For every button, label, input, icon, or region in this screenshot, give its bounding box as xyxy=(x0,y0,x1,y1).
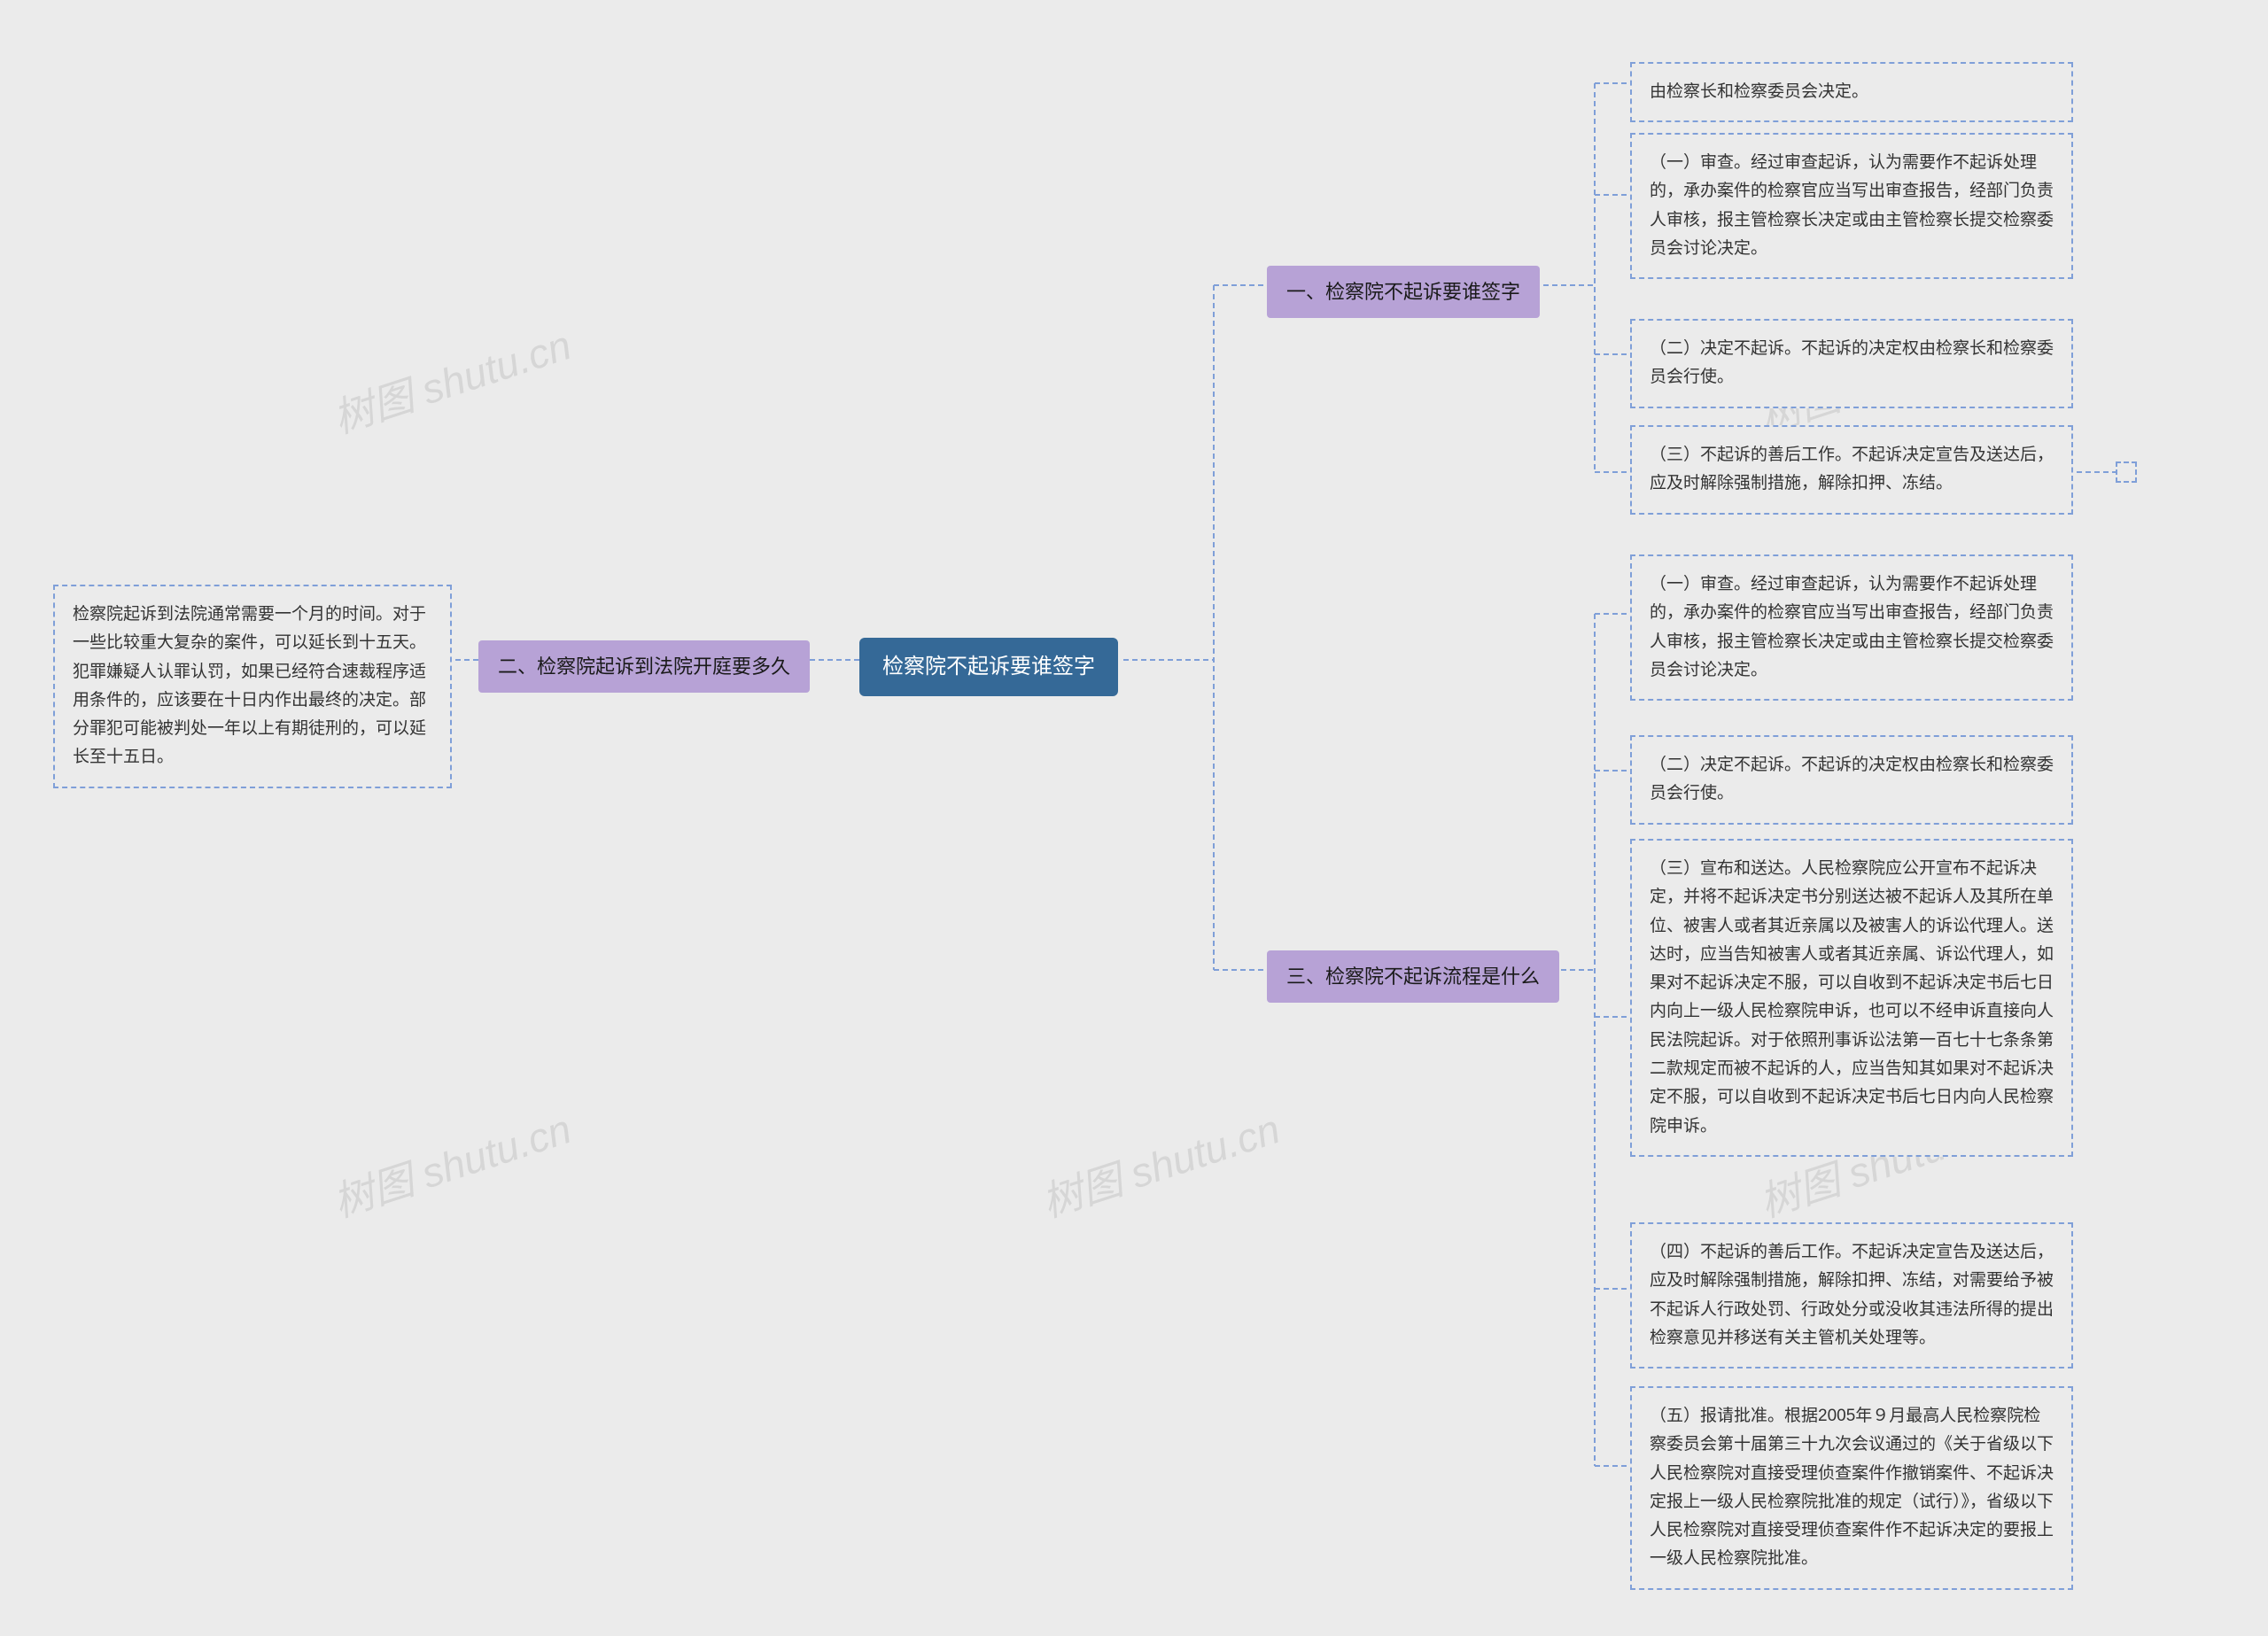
watermark: 树图 shutu.cn xyxy=(1034,1097,1286,1229)
leaf-b2-1-text: 检察院起诉到法院通常需要一个月的时间。对于一些比较重大复杂的案件，可以延长到十五… xyxy=(73,605,426,766)
leaf-b1-1[interactable]: 由检察长和检察委员会决定。 xyxy=(1630,62,2073,122)
leaf-b3-5[interactable]: （五）报请批准。根据2005年９月最高人民检察院检察委员会第十届第三十九次会议通… xyxy=(1630,1386,2073,1590)
leaf-b3-1-text: （一）审查。经过审查起诉，认为需要作不起诉处理的，承办案件的检察官应当写出审查报… xyxy=(1650,575,2054,679)
leaf-b3-3[interactable]: （三）宣布和送达。人民检察院应公开宣布不起诉决定，并将不起诉决定书分别送达被不起… xyxy=(1630,839,2073,1157)
leaf-b1-3-text: （二）决定不起诉。不起诉的决定权由检察长和检察委员会行使。 xyxy=(1650,339,2054,386)
leaf-b3-3-text: （三）宣布和送达。人民检察院应公开宣布不起诉决定，并将不起诉决定书分别送达被不起… xyxy=(1650,859,2054,1136)
leaf-b3-4-text: （四）不起诉的善后工作。不起诉决定宣告及送达后，应及时解除强制措施，解除扣押、冻… xyxy=(1650,1243,2054,1347)
leaf-b3-4[interactable]: （四）不起诉的善后工作。不起诉决定宣告及送达后，应及时解除强制措施，解除扣押、冻… xyxy=(1630,1222,2073,1369)
mindmap-canvas: 树图 shutu.cn 树图 shutu.cn 树图 shutu.cn 树图 s… xyxy=(0,0,2268,1636)
watermark: 树图 shutu.cn xyxy=(325,1097,578,1229)
branch-1-label: 一、检察院不起诉要谁签字 xyxy=(1286,281,1520,303)
leaf-b3-5-text: （五）报请批准。根据2005年９月最高人民检察院检察委员会第十届第三十九次会议通… xyxy=(1650,1407,2054,1568)
leaf-b3-2-text: （二）决定不起诉。不起诉的决定权由检察长和检察委员会行使。 xyxy=(1650,756,2054,802)
leaf-b1-2-text: （一）审查。经过审查起诉，认为需要作不起诉处理的，承办案件的检察官应当写出审查报… xyxy=(1650,153,2054,258)
branch-2[interactable]: 二、检察院起诉到法院开庭要多久 xyxy=(478,640,810,693)
branch-1[interactable]: 一、检察院不起诉要谁签字 xyxy=(1267,266,1540,318)
leaf-b2-1[interactable]: 检察院起诉到法院通常需要一个月的时间。对于一些比较重大复杂的案件，可以延长到十五… xyxy=(53,585,452,788)
leaf-b1-1-text: 由检察长和检察委员会决定。 xyxy=(1650,82,1868,101)
root-node[interactable]: 检察院不起诉要谁签字 xyxy=(859,638,1118,696)
leaf-b1-4[interactable]: （三）不起诉的善后工作。不起诉决定宣告及送达后，应及时解除强制措施，解除扣押、冻… xyxy=(1630,425,2073,515)
leaf-b3-1[interactable]: （一）审查。经过审查起诉，认为需要作不起诉处理的，承办案件的检察官应当写出审查报… xyxy=(1630,554,2073,701)
leaf-b3-2[interactable]: （二）决定不起诉。不起诉的决定权由检察长和检察委员会行使。 xyxy=(1630,735,2073,825)
branch-3[interactable]: 三、检察院不起诉流程是什么 xyxy=(1267,950,1559,1003)
root-title: 检察院不起诉要谁签字 xyxy=(882,655,1095,678)
watermark: 树图 shutu.cn xyxy=(325,314,578,446)
leaf-b1-4-text: （三）不起诉的善后工作。不起诉决定宣告及送达后，应及时解除强制措施，解除扣押、冻… xyxy=(1650,446,2054,492)
leaf-b1-2[interactable]: （一）审查。经过审查起诉，认为需要作不起诉处理的，承办案件的检察官应当写出审查报… xyxy=(1630,133,2073,279)
branch-2-label: 二、检察院起诉到法院开庭要多久 xyxy=(498,655,790,678)
branch-3-label: 三、检察院不起诉流程是什么 xyxy=(1286,965,1540,988)
stub-node[interactable] xyxy=(2116,461,2137,483)
leaf-b1-3[interactable]: （二）决定不起诉。不起诉的决定权由检察长和检察委员会行使。 xyxy=(1630,319,2073,408)
